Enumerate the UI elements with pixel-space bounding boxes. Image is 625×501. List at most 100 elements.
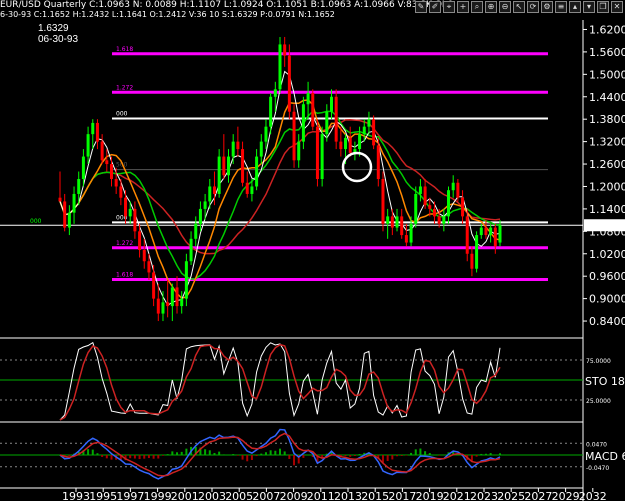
candle-body	[292, 111, 296, 161]
x-tick-label: 2003	[198, 490, 226, 501]
y-tick-label: 1.62000	[589, 23, 625, 36]
x-tick-label: 2029	[552, 490, 580, 501]
candle-body	[344, 137, 348, 150]
candle-body	[358, 134, 362, 150]
candle-body	[208, 186, 212, 202]
candle-body	[348, 137, 352, 153]
candle-body	[222, 156, 226, 176]
fib-level-label: 1.618	[116, 46, 133, 53]
candle-body	[283, 44, 287, 56]
x-tick-label: 2025	[497, 490, 525, 501]
candle-body	[479, 227, 483, 236]
ma-red-line	[59, 119, 501, 255]
candle-body	[447, 190, 451, 217]
candle-body	[334, 96, 338, 142]
x-tick-label: 2009	[280, 490, 308, 501]
candle-body	[236, 141, 240, 150]
candle-body	[241, 149, 245, 183]
fib-level-label: 1.272	[116, 84, 133, 91]
candle-body	[325, 111, 329, 135]
x-tick-label: 2023	[470, 490, 498, 501]
x-tick-label: 2013	[334, 490, 362, 501]
fib-level-label: 1.272	[116, 240, 133, 247]
candle-body	[170, 287, 174, 307]
ma-white-line	[59, 70, 501, 306]
candle-body	[414, 193, 418, 224]
x-tick-label: 2019	[416, 490, 444, 501]
y-tick-label: 1.02000	[589, 248, 625, 261]
candle-body	[437, 216, 441, 224]
macd-label: MACD 6	[585, 450, 625, 463]
candle-body	[390, 216, 394, 228]
y-tick-label: 1.20000	[589, 180, 625, 193]
macd-level-label: 0.0470	[586, 441, 607, 448]
candle-body	[175, 287, 179, 307]
chart-canvas[interactable]: 1.62000 1.56000 1.50000 1.44000 1.38000 1.320…	[0, 0, 625, 501]
candle-body	[315, 126, 319, 179]
x-tick-label: 2015	[361, 490, 389, 501]
candle-body	[264, 126, 268, 142]
candle-body	[287, 55, 291, 112]
candle-body	[493, 227, 497, 247]
candle-body	[100, 141, 104, 161]
candle-body	[456, 182, 460, 198]
candle-body	[128, 208, 132, 217]
x-tick-label: 2017	[388, 490, 416, 501]
candle-body	[269, 96, 273, 127]
candle-body	[67, 212, 71, 228]
candle-body	[470, 253, 474, 269]
x-tick-label: 1999	[144, 490, 172, 501]
candle-body	[203, 201, 207, 209]
x-tick-label: 1997	[116, 490, 144, 501]
candle-body	[77, 179, 81, 194]
fib-level-label: 1.618	[116, 272, 133, 279]
x-tick-label: 1995	[89, 490, 117, 501]
candle-body	[273, 89, 277, 97]
candle-body	[306, 93, 310, 105]
fib-level-label: 000	[116, 110, 128, 117]
candle-body	[489, 227, 493, 236]
macd-level-label: -0.0470	[586, 465, 609, 472]
candle-body	[180, 298, 184, 307]
x-tick-label: 2001	[171, 490, 199, 501]
sto-k-line	[59, 341, 501, 421]
sto-level-label: 75.0000	[586, 358, 611, 365]
candle-body	[63, 201, 67, 228]
candle-body	[395, 216, 399, 228]
sto-label: STO 18	[585, 375, 625, 388]
candle-body	[301, 104, 305, 142]
candle-body	[156, 298, 160, 314]
candle-body	[404, 235, 408, 243]
candle-body	[311, 93, 315, 127]
candle-body	[227, 156, 231, 176]
candle-body	[376, 145, 380, 179]
candle-body	[250, 186, 254, 194]
candle-body	[400, 216, 404, 236]
candle-body	[184, 261, 188, 299]
sto-d-line	[59, 343, 501, 421]
candle-body	[217, 156, 221, 194]
candle-body	[278, 44, 282, 90]
candle-body	[465, 216, 469, 254]
x-tick-label: 2011	[307, 490, 335, 501]
x-tick-label: 2032	[579, 490, 607, 501]
annotation-circle[interactable]	[341, 151, 373, 183]
y-tick-label: 1.44000	[589, 91, 625, 104]
candle-body	[119, 186, 123, 198]
candle-body	[166, 302, 170, 307]
candle-body	[109, 164, 113, 179]
candle-body	[231, 141, 235, 157]
candle-body	[423, 186, 427, 206]
candle-body	[147, 261, 151, 273]
candle-body	[259, 141, 263, 157]
candle-body	[381, 179, 385, 224]
candle-body	[367, 119, 371, 127]
candle-body	[297, 141, 301, 161]
candle-body	[339, 141, 343, 150]
candle-body	[91, 122, 95, 135]
candle-body	[72, 193, 76, 213]
y-tick-label: 0.96000	[589, 270, 625, 283]
candle-body	[484, 227, 488, 236]
candle-body	[409, 223, 413, 243]
candle-body	[86, 134, 90, 157]
